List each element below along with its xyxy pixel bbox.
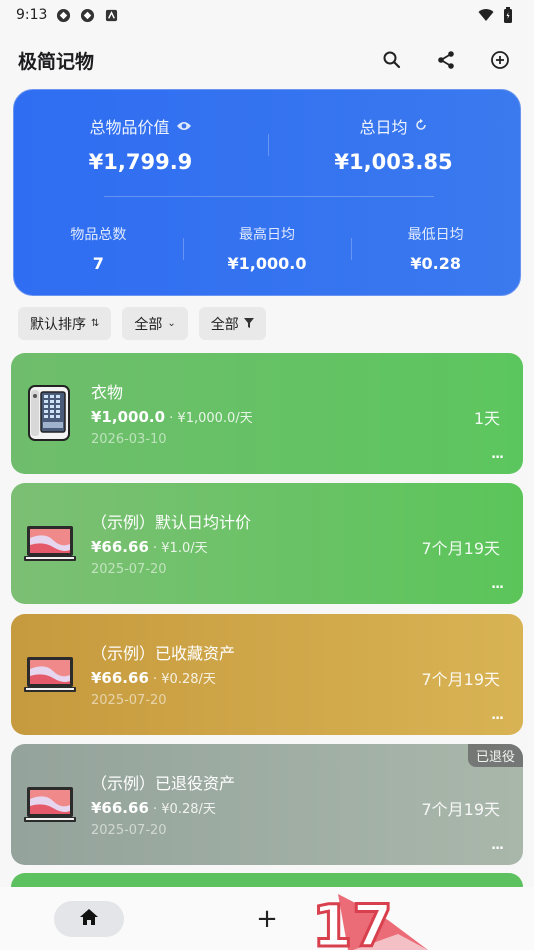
eye-icon[interactable]: [176, 117, 192, 136]
battery-icon: [500, 7, 516, 23]
category-chip[interactable]: 全部 ⌄: [122, 307, 188, 340]
item-count-value: 7: [92, 254, 104, 273]
total-value-label: 总物品价值: [89, 118, 170, 137]
item-date: 2025-07-20: [91, 562, 167, 577]
min-daily-block: 最低日均 ¥0.28: [351, 224, 520, 273]
item-date: 2025-07-20: [91, 693, 167, 708]
item-prices: ¥1,000.0 · ¥1,000.0/天: [91, 407, 253, 426]
daily-avg-label-row: 总日均: [359, 114, 427, 138]
item-card[interactable]: （示例）已收藏资产 ¥66.66 · ¥0.28/天 2025-07-20 7个…: [11, 614, 523, 735]
app-title: 极简记物: [18, 50, 95, 73]
item-date: 2026-03-10: [91, 432, 167, 447]
item-price: ¥66.66: [91, 538, 149, 556]
retired-badge: 已退役: [467, 744, 523, 767]
summary-horizontal-divider: [104, 196, 434, 197]
total-value-label-row: 总物品价值: [89, 114, 191, 138]
item-name: 衣物: [91, 383, 124, 402]
home-tab[interactable]: [54, 901, 124, 937]
more-options-icon[interactable]: ...: [491, 838, 504, 853]
more-options-icon[interactable]: ...: [491, 708, 504, 723]
item-card[interactable]: 衣物 ¥1,000.0 · ¥1,000.0/天 2026-03-10 1天 .…: [11, 353, 523, 474]
item-daily-price: · ¥0.28/天: [148, 672, 216, 687]
item-prices: ¥66.66 · ¥0.28/天: [91, 798, 216, 817]
app-actions: [376, 44, 516, 76]
daily-avg-label: 总日均: [359, 118, 408, 137]
item-daily-price: · ¥0.28/天: [148, 802, 216, 817]
item-date: 2025-07-20: [91, 823, 167, 838]
item-price: ¥66.66: [91, 799, 149, 817]
laptop-thumbnail-icon: [23, 645, 79, 703]
stamp-17-badge: 17: [311, 891, 428, 950]
summary-top-row: 总物品价值 ¥1,799.9 总日均 ¥1,003.85: [14, 114, 520, 174]
wifi-icon: [478, 7, 494, 23]
add-item-button[interactable]: +: [252, 901, 282, 937]
sync-notification-icon: [55, 7, 71, 23]
item-price: ¥66.66: [91, 669, 149, 687]
item-name: （示例）已收藏资产: [91, 644, 236, 663]
status-time: 9:13: [16, 7, 48, 23]
bottom-nav: +: [0, 887, 534, 950]
status-left: 9:13: [16, 7, 119, 23]
item-name: （示例）默认日均计价: [91, 513, 252, 532]
filter-chip-label: 全部: [210, 316, 239, 333]
filter-icon: [243, 316, 254, 332]
status-bar: 9:13: [0, 0, 534, 30]
item-count-block: 物品总数 7: [14, 224, 183, 273]
filter-bar: 默认排序 ⇅ 全部 ⌄ 全部: [18, 307, 266, 340]
category-chip-label: 全部: [134, 316, 163, 333]
refresh-icon[interactable]: [414, 117, 428, 136]
more-options-icon[interactable]: ...: [491, 577, 504, 592]
item-duration: 7个月19天: [421, 800, 500, 819]
min-daily-label: 最低日均: [407, 227, 464, 243]
sync-notification-icon-2: [79, 7, 95, 23]
total-value-block: 总物品价值 ¥1,799.9: [14, 114, 267, 174]
max-daily-block: 最高日均 ¥1,000.0: [182, 224, 352, 273]
item-daily-price: · ¥1.0/天: [148, 541, 208, 556]
item-price: ¥1,000.0: [91, 408, 166, 426]
share-icon[interactable]: [430, 44, 462, 76]
add-circle-icon[interactable]: [484, 44, 516, 76]
phone-thumbnail-icon: [23, 384, 79, 442]
item-card[interactable]: （示例）默认日均计价 ¥66.66 · ¥1.0/天 2025-07-20 7个…: [11, 483, 523, 604]
max-daily-value: ¥1,000.0: [227, 254, 307, 273]
sort-chip[interactable]: 默认排序 ⇅: [18, 307, 112, 340]
app-notification-icon: [103, 7, 119, 23]
item-duration: 7个月19天: [421, 539, 500, 558]
status-right: [478, 7, 516, 23]
chevron-down-icon: ⌄: [167, 318, 176, 329]
daily-avg-block: 总日均 ¥1,003.85: [267, 114, 520, 174]
item-duration: 1天: [473, 409, 500, 428]
home-icon: [79, 908, 99, 930]
sort-icon: ⇅: [91, 318, 100, 329]
sort-chip-label: 默认排序: [30, 316, 86, 333]
item-prices: ¥66.66 · ¥1.0/天: [91, 537, 208, 556]
app-bar: 极简记物: [0, 40, 534, 80]
badge-17-text: 17: [312, 892, 393, 950]
filter-chip[interactable]: 全部: [198, 307, 266, 340]
item-duration: 7个月19天: [421, 670, 500, 689]
item-count-label: 物品总数: [70, 227, 127, 243]
more-options-icon[interactable]: ...: [491, 447, 504, 462]
max-daily-label: 最高日均: [239, 227, 295, 243]
summary-card: 总物品价值 ¥1,799.9 总日均 ¥1,003.85 物品总数 7 最高日均…: [13, 89, 521, 296]
daily-avg-value: ¥1,003.85: [334, 150, 453, 174]
laptop-thumbnail-icon: [23, 514, 79, 572]
min-daily-value: ¥0.28: [410, 254, 461, 273]
summary-bottom-row: 物品总数 7 最高日均 ¥1,000.0 最低日均 ¥0.28: [14, 224, 520, 273]
summary-vertical-divider: [268, 134, 269, 156]
total-value: ¥1,799.9: [88, 150, 193, 174]
item-daily-price: · ¥1,000.0/天: [165, 411, 253, 426]
item-name: （示例）已退役资产: [91, 774, 236, 793]
laptop-thumbnail-icon: [23, 775, 79, 833]
search-icon[interactable]: [376, 44, 408, 76]
item-card[interactable]: 已退役 （示例）已退役资产 ¥66.66 · ¥0.28/天 2025-07-2…: [11, 744, 523, 865]
item-prices: ¥66.66 · ¥0.28/天: [91, 668, 216, 687]
